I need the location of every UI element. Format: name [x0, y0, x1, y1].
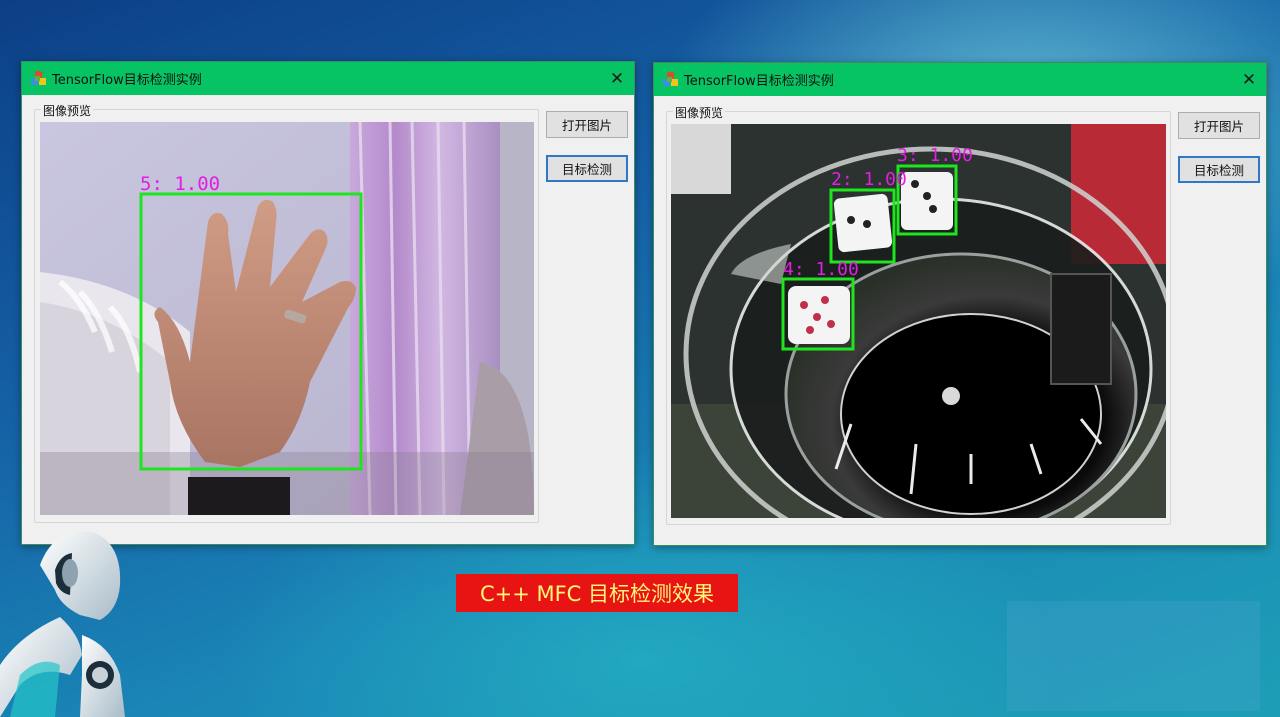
- background-panel: [1007, 601, 1260, 711]
- close-icon: ✕: [1241, 69, 1257, 90]
- close-button[interactable]: ✕: [600, 62, 634, 95]
- close-button[interactable]: ✕: [1232, 63, 1266, 96]
- detection-label: 2: 1.00: [831, 169, 907, 190]
- image-preview-1: 5: 1.00: [40, 122, 534, 515]
- robot-illustration: [0, 531, 125, 717]
- caption-banner: C++ MFC 目标检测效果: [456, 574, 738, 612]
- group-label: 图像预览: [673, 104, 726, 121]
- app-icon: [663, 71, 678, 86]
- window-title: TensorFlow目标检测实例: [52, 73, 202, 88]
- detection-window-1: TensorFlow目标检测实例 ✕ 图像预览 5: 1.00 打开图片 目标检…: [21, 61, 635, 545]
- open-image-button[interactable]: 打开图片: [1178, 112, 1260, 139]
- group-label: 图像预览: [41, 102, 94, 119]
- title-bar[interactable]: TensorFlow目标检测实例 ✕: [22, 62, 634, 95]
- detection-label: 5: 1.00: [140, 173, 220, 195]
- hand-photo: 5: 1.00: [40, 122, 534, 515]
- detect-button[interactable]: 目标检测: [1178, 156, 1260, 183]
- title-bar[interactable]: TensorFlow目标检测实例 ✕: [654, 63, 1266, 96]
- dice-photo: 2: 1.00 3: 1.00 4: 1.00: [671, 124, 1166, 518]
- close-icon: ✕: [609, 68, 625, 89]
- window-title: TensorFlow目标检测实例: [684, 74, 834, 89]
- image-preview-2: 2: 1.00 3: 1.00 4: 1.00: [671, 124, 1166, 518]
- app-icon: [31, 70, 46, 85]
- image-preview-group: 图像预览: [34, 102, 539, 523]
- detection-window-2: TensorFlow目标检测实例 ✕ 图像预览 2: 1.00 3: 1.00 …: [653, 62, 1267, 546]
- open-image-button[interactable]: 打开图片: [546, 111, 628, 138]
- detection-label: 4: 1.00: [783, 259, 859, 280]
- image-preview-group: 图像预览: [666, 104, 1171, 525]
- detection-label: 3: 1.00: [897, 145, 973, 166]
- detect-button[interactable]: 目标检测: [546, 155, 628, 182]
